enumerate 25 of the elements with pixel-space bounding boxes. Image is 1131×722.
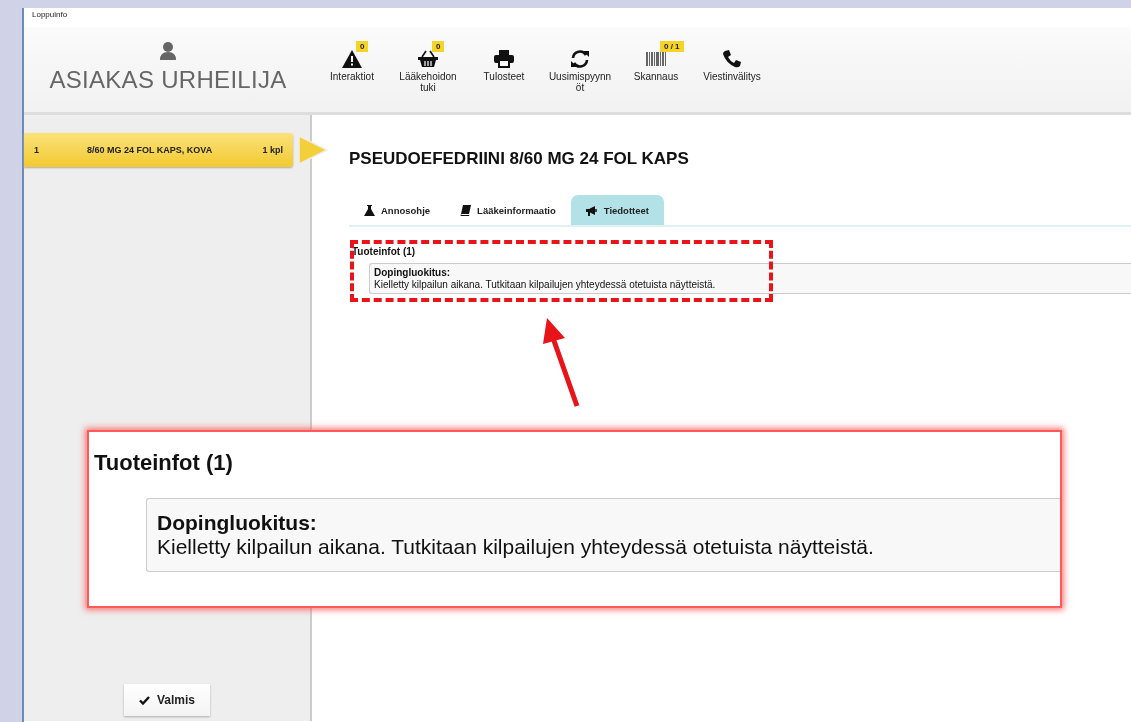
tab[interactable]: Tiedotteet: [570, 195, 664, 225]
count-badge: 0 / 1: [660, 41, 684, 52]
toolbar-button[interactable]: Viestinvälitys: [694, 40, 770, 82]
toolbar-button[interactable]: Tulosteet: [466, 40, 542, 82]
toolbar-button[interactable]: 0 Lääkehoidon tuki: [390, 40, 466, 93]
customer-name: ASIAKAS URHEILIJA: [49, 66, 287, 94]
toolbar-button[interactable]: Uusimispyynnöt: [542, 40, 618, 93]
toolbar-button[interactable]: 0 / 1 Skannaus: [618, 40, 694, 82]
row-number: 1: [34, 145, 40, 155]
notice-text: Kielletty kilpailun aikana. Tutkitaan kilpailujen yhteydessä otetuista näytteistä.: [157, 535, 875, 560]
count-badge: 0: [432, 41, 445, 52]
product-title: PSEUDOEFEDRIINI 8/60 MG 24 FOL KAPS: [349, 149, 690, 169]
tab[interactable]: Lääkeinformaatio: [445, 195, 571, 225]
product-name: 8/60 MG 24 FOL KAPS, KOVA: [87, 145, 214, 155]
section-heading: Tuoteinfot (1): [94, 450, 234, 476]
notice-title: Dopingluokitus:: [157, 511, 318, 536]
section-heading: Tuoteinfot (1): [352, 246, 417, 257]
toolbar-button[interactable]: 0 Interaktiot: [314, 40, 390, 82]
window-title: Loppuinfo: [31, 9, 69, 21]
count-badge: 0: [356, 41, 369, 52]
quantity: 1 kpl: [262, 145, 283, 155]
tab[interactable]: Annosohje: [349, 195, 446, 225]
notice-text: Kielletty kilpailun aikana. Tutkitaan kilpailujen yhteydessä otetuista näytteistä.: [374, 278, 717, 290]
notice-title: Dopingluokitus:: [374, 267, 452, 279]
done-button[interactable]: Valmis: [124, 684, 210, 716]
